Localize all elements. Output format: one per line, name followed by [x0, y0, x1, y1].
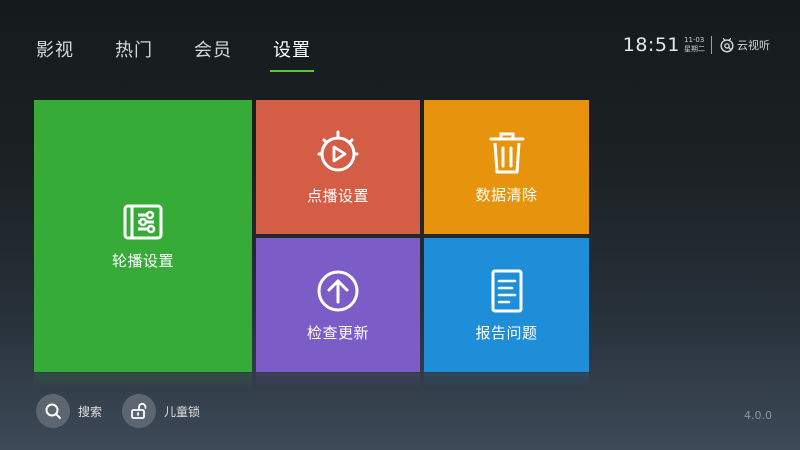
search-icon — [45, 403, 61, 419]
search-button-circle — [36, 394, 70, 428]
tab-movies[interactable]: 影视 — [36, 36, 74, 70]
search-button[interactable]: 搜索 — [36, 394, 110, 428]
clock-date: 11-03 星期二 — [684, 36, 705, 54]
tile-label: 点播设置 — [306, 186, 369, 205]
bottom-actions: 搜索 儿童锁 — [36, 394, 208, 428]
child-lock-button[interactable]: 儿童锁 — [122, 394, 208, 428]
tab-vip[interactable]: 会员 — [194, 36, 232, 70]
clock-time: 18:51 — [622, 34, 680, 56]
top-nav: 影视 热门 会员 设置 — [36, 36, 314, 72]
search-label: 搜索 — [78, 404, 103, 419]
date-text: 11-03 — [684, 36, 705, 44]
arrow-up-circle-icon — [317, 270, 359, 311]
status-bar: 18:51 11-03 星期二 云视听 — [623, 34, 770, 56]
unlock-icon — [131, 402, 147, 419]
version-text: 4.0.0 — [744, 409, 772, 422]
tile-carousel-settings[interactable]: 轮播设置 — [34, 100, 252, 372]
tile-report-issue[interactable]: 报告问题 — [424, 238, 589, 372]
brand-logo: 云视听 — [718, 36, 770, 54]
tile-reflection — [424, 373, 589, 389]
list-settings-icon — [123, 204, 163, 239]
child-lock-button-circle — [122, 394, 157, 428]
tile-label: 轮播设置 — [111, 251, 174, 270]
tab-settings[interactable]: 设置 — [270, 36, 314, 72]
document-icon — [491, 269, 522, 312]
play-dial-icon — [317, 130, 359, 171]
tile-clear-data[interactable]: 数据清除 — [424, 100, 589, 234]
weekday-text: 星期二 — [684, 45, 705, 53]
tile-label: 报告问题 — [475, 323, 538, 342]
tab-hot[interactable]: 热门 — [115, 36, 153, 70]
tile-label: 数据清除 — [475, 185, 538, 204]
status-divider — [711, 36, 712, 54]
trash-icon — [489, 132, 524, 173]
tile-label: 检查更新 — [306, 323, 369, 342]
brand-at-icon — [720, 38, 734, 53]
tile-reflection — [34, 373, 252, 389]
brand-name: 云视听 — [737, 39, 770, 52]
tile-reflection — [256, 373, 420, 389]
tile-check-update[interactable]: 检查更新 — [256, 238, 420, 372]
child-lock-label: 儿童锁 — [164, 404, 201, 419]
tile-vod-settings[interactable]: 点播设置 — [256, 100, 420, 234]
